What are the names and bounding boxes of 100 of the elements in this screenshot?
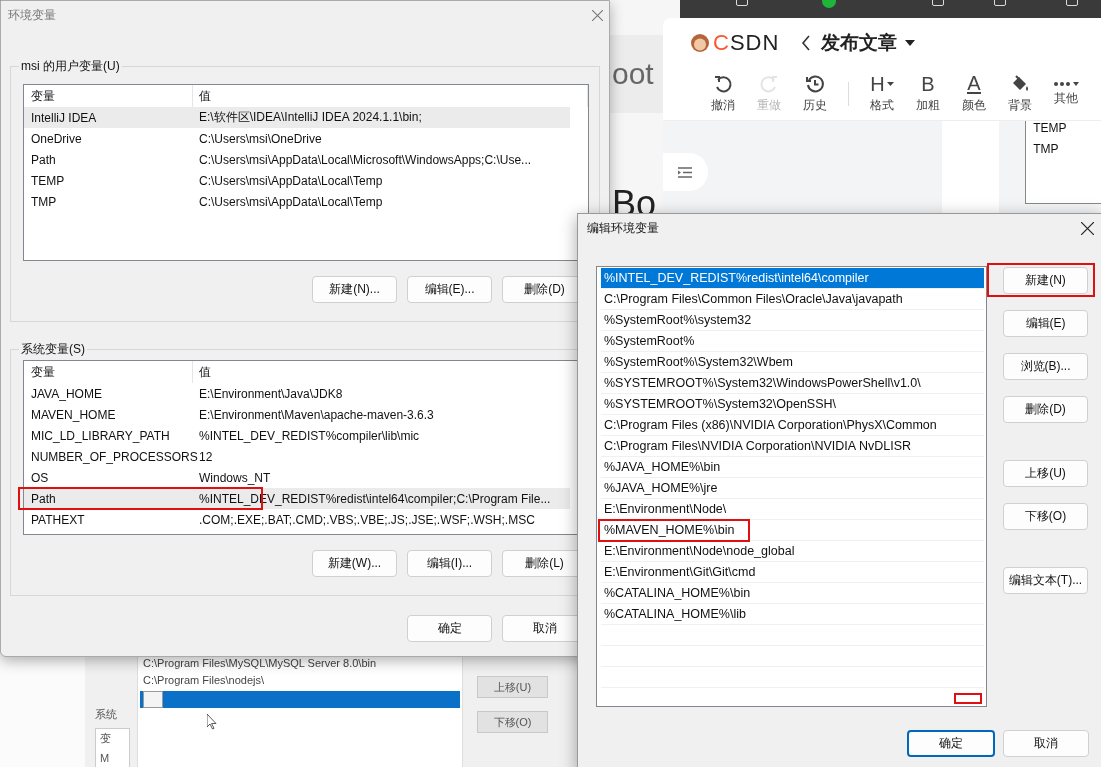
table-row[interactable]: NUMBER_OF_PROCESSORS 12 bbox=[24, 446, 570, 467]
heading-fragment: oot bbox=[612, 57, 654, 91]
list-item[interactable]: C:\Program Files\Common Files\Oracle\Java\javapath bbox=[601, 289, 984, 310]
column-header[interactable]: 变量 bbox=[24, 361, 193, 383]
collapse-button[interactable] bbox=[663, 153, 708, 191]
table-cell-text: E:\软件区\IDEA\IntelliJ IDEA 2024.1.1\bin; bbox=[198, 109, 423, 126]
dialog-button[interactable]: 删除(D) bbox=[1003, 396, 1088, 423]
group-label: 系统 bbox=[95, 707, 118, 722]
input-field[interactable] bbox=[143, 691, 163, 708]
list-item[interactable]: %CATALINA_HOME%\lib bbox=[601, 604, 984, 625]
outline-icon bbox=[678, 166, 693, 178]
list-item[interactable]: %INTEL_DEV_REDIST%redist\intel64\compiler bbox=[601, 268, 984, 289]
page-title: 发布文章 bbox=[821, 31, 897, 55]
editing-row[interactable] bbox=[140, 691, 460, 708]
chat-icon[interactable] bbox=[822, 0, 836, 8]
table-cell-text: 12 bbox=[198, 449, 214, 464]
list-item[interactable]: %JAVA_HOME%\bin bbox=[601, 457, 984, 478]
list-item[interactable]: %SystemRoot%\System32\Wbem bbox=[601, 352, 984, 373]
table-cell-text: IntelliJ IDEA bbox=[30, 110, 98, 125]
bold-icon: B bbox=[921, 74, 935, 94]
dialog-button[interactable]: 确定 bbox=[407, 615, 492, 642]
table-cell-text: C:\Users\msi\OneDrive bbox=[198, 131, 323, 146]
list-item[interactable]: C:\Program Files\NVIDIA Corporation\NVIDIA NvDLISR bbox=[601, 436, 984, 457]
background-button[interactable]: 背景 bbox=[997, 70, 1043, 118]
close-icon[interactable] bbox=[1081, 221, 1094, 235]
list-item[interactable]: %MAVEN_HOME%\bin bbox=[601, 520, 984, 541]
list-item[interactable]: %CATALINA_HOME%\bin bbox=[601, 583, 984, 604]
list-item[interactable]: E:\Environment\Git\Git\cmd bbox=[601, 562, 984, 583]
list-item[interactable]: %SystemRoot%\system32 bbox=[601, 310, 984, 331]
list-item[interactable]: C:\Program Files (x86)\NVIDIA Corporation\PhysX\Common bbox=[601, 415, 984, 436]
list-item[interactable]: E:\Environment\Node\node_global bbox=[601, 541, 984, 562]
table-cell-text: .COM;.EXE;.BAT;.CMD;.VBS;.VBE;.JS;.JSE;.WSF;.WSH;.MSC bbox=[198, 512, 536, 527]
more-icon bbox=[1053, 81, 1079, 87]
table-row[interactable]: MAVEN_HOME E:\Environment\Maven\apache-maven-3.6.3 bbox=[24, 404, 570, 425]
bold-button[interactable]: B 加粗 bbox=[905, 70, 951, 118]
table-cell-text: C:\Users\msi\AppData\Local\Temp bbox=[198, 173, 384, 188]
table-cell-text: MIC_LD_LIBRARY_PATH bbox=[30, 428, 171, 443]
back-icon[interactable] bbox=[801, 35, 811, 51]
window-title: 编辑环境变量 bbox=[587, 219, 659, 237]
table-cell-text: TMP bbox=[30, 194, 58, 209]
move-button[interactable]: 上移(U) bbox=[477, 676, 548, 698]
table-row[interactable]: OS Windows_NT bbox=[24, 467, 570, 488]
dialog-button[interactable]: 浏览(B)... bbox=[1003, 353, 1088, 380]
table-row[interactable]: IntelliJ IDEA E:\软件区\IDEA\IntelliJ IDEA 2024.1.1\bin; bbox=[24, 107, 570, 128]
table-cell-text: Path bbox=[30, 152, 57, 167]
dialog-button[interactable]: 编辑(E) bbox=[1003, 310, 1088, 337]
more-button[interactable]: 其他 bbox=[1043, 70, 1089, 118]
group-label: msi 的用户变量(U) bbox=[20, 58, 121, 74]
heading-button[interactable]: H 格式 bbox=[859, 70, 905, 118]
color-button[interactable]: A 颜色 bbox=[951, 70, 997, 118]
history-button[interactable]: 历史 bbox=[792, 70, 838, 118]
table-row[interactable]: OneDrive C:\Users\msi\OneDrive bbox=[24, 128, 570, 149]
table-cell-text: C:\Users\msi\AppData\Local\Microsoft\WindowsApps;C:\Use... bbox=[198, 152, 533, 167]
table-row[interactable]: JAVA_HOME E:\Environment\Java\JDK8 bbox=[24, 383, 570, 404]
dialog-button[interactable]: 编辑(E)... bbox=[407, 276, 492, 303]
table-row[interactable]: PATHEXT .COM;.EXE;.BAT;.CMD;.VBS;.VBE;.JS;.JSE;.WSF;.WSH;.MSC bbox=[24, 509, 570, 530]
dialog-button[interactable]: 确定 bbox=[907, 730, 995, 757]
table-cell-text: E:\Environment\Maven\apache-maven-3.6.3 bbox=[198, 407, 435, 422]
table-cell-text: M bbox=[100, 752, 111, 764]
dialog-button[interactable]: 编辑文本(T)... bbox=[1003, 567, 1088, 594]
table-cell-text: TEMP bbox=[30, 173, 66, 188]
table-row[interactable]: TMP C:\Users\msi\AppData\Local\Temp bbox=[24, 191, 570, 212]
list-item[interactable]: TMP bbox=[1033, 142, 1094, 156]
table-cell-text: Path bbox=[30, 491, 57, 506]
undo-icon bbox=[713, 74, 733, 94]
dialog-button[interactable]: 新建(W)... bbox=[312, 550, 397, 577]
list-item[interactable]: TEMP bbox=[1033, 121, 1094, 135]
window-title: 环境变量 bbox=[8, 6, 56, 24]
dialog-button[interactable]: 编辑(I)... bbox=[407, 550, 492, 577]
move-button[interactable]: 下移(O) bbox=[477, 711, 548, 733]
table-cell-text: Windows_NT bbox=[198, 470, 272, 485]
list-item[interactable]: C:\Program Files\nodejs\ bbox=[138, 674, 462, 691]
list-item[interactable]: %SystemRoot% bbox=[601, 331, 984, 352]
clock-icon bbox=[805, 74, 825, 94]
mouse-pointer-icon bbox=[207, 714, 217, 730]
table-row[interactable]: TEMP C:\Users\msi\AppData\Local\Temp bbox=[24, 170, 570, 191]
table-cell-text: JAVA_HOME bbox=[30, 386, 103, 401]
list-item[interactable]: %JAVA_HOME%\jre bbox=[601, 478, 984, 499]
table-cell-text: E:\Environment\Java\JDK8 bbox=[198, 386, 344, 401]
group-label: 系统变量(S) bbox=[20, 341, 86, 357]
table-cell-text: MAVEN_HOME bbox=[30, 407, 117, 422]
table-cell-text: %INTEL_DEV_REDIST%compiler\lib\mic bbox=[198, 428, 421, 443]
table-cell-text: PATHEXT bbox=[30, 512, 86, 527]
dialog-button[interactable]: 新建(N) bbox=[1003, 267, 1088, 294]
list-item[interactable]: %SYSTEMROOT%\System32\WindowsPowerShell\v1.0\ bbox=[601, 373, 984, 394]
list-item[interactable]: E:\Environment\Node\ bbox=[601, 499, 984, 520]
table-row[interactable]: Path C:\Users\msi\AppData\Local\Microsoft\WindowsApps;C:\Use... bbox=[24, 149, 570, 170]
undo-button[interactable]: 撤消 bbox=[700, 70, 746, 118]
dialog-button[interactable]: 新建(N)... bbox=[312, 276, 397, 303]
table-cell-text: OS bbox=[30, 470, 50, 485]
table-cell-text: OneDrive bbox=[30, 131, 83, 146]
mascot-icon bbox=[690, 33, 710, 53]
caret-icon[interactable] bbox=[905, 40, 915, 46]
table-row[interactable]: MIC_LD_LIBRARY_PATH %INTEL_DEV_REDIST%compiler\lib\mic bbox=[24, 425, 570, 446]
logo-text[interactable]: CSDN bbox=[713, 30, 780, 56]
dialog-button[interactable]: 上移(U) bbox=[1003, 460, 1088, 487]
list-item[interactable]: %SYSTEMROOT%\System32\OpenSSH\ bbox=[601, 394, 984, 415]
dialog-button[interactable]: 取消 bbox=[1003, 730, 1089, 757]
list-item[interactable]: C:\Program Files\MySQL\MySQL Server 8.0\bin bbox=[138, 657, 462, 674]
dialog-button[interactable]: 下移(O) bbox=[1003, 503, 1088, 530]
